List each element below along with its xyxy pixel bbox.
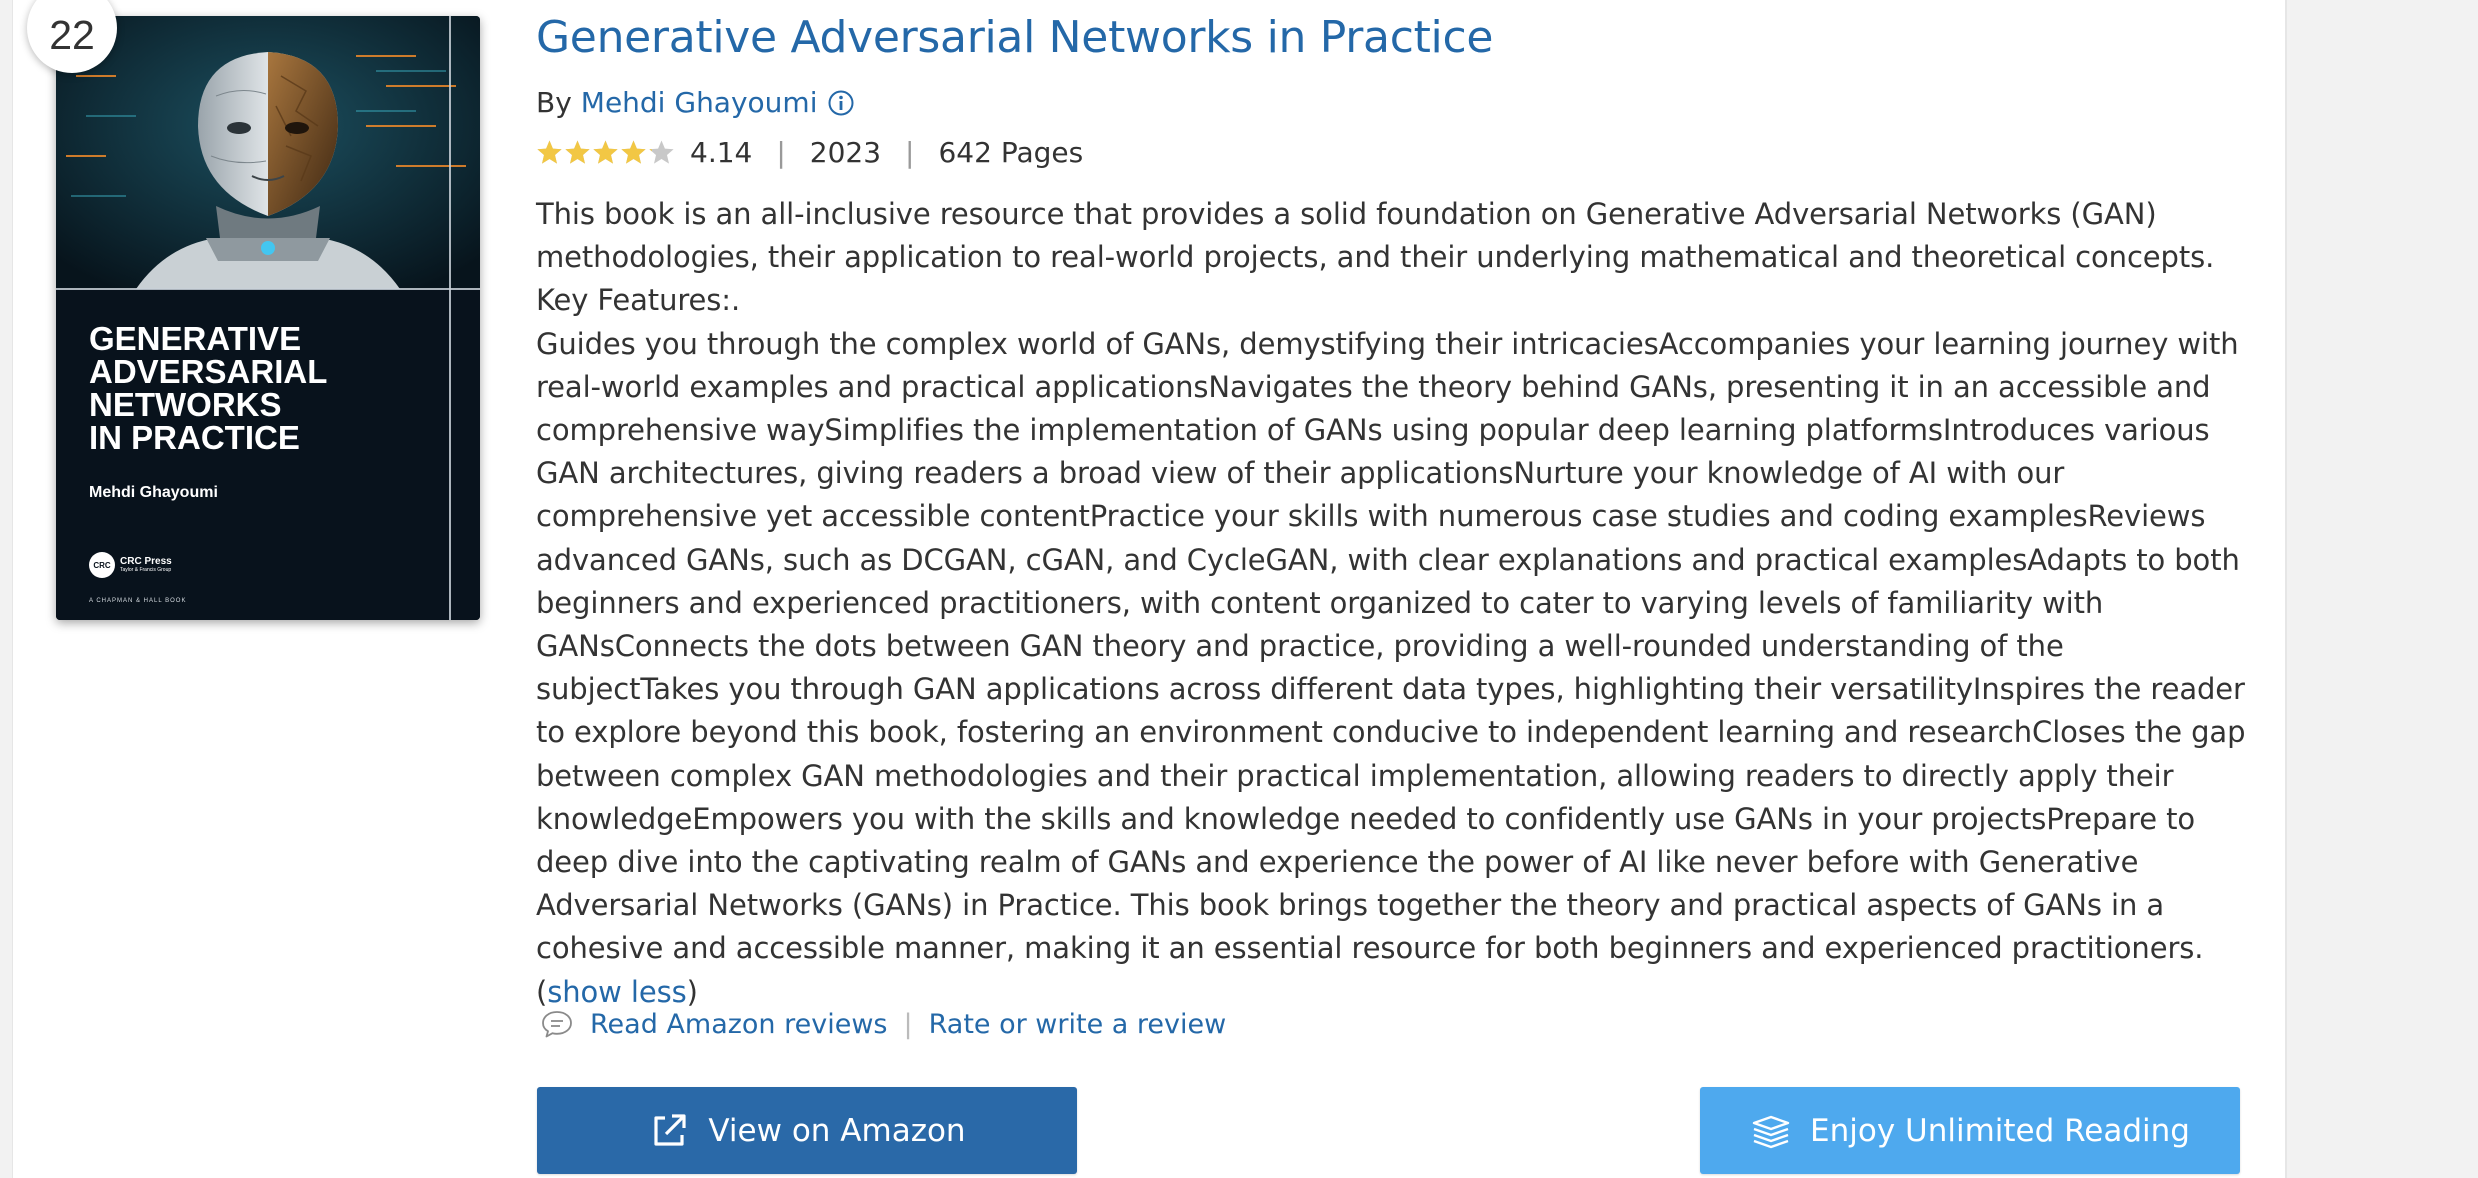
crc-logo: CRC: [89, 552, 115, 578]
cover-spine-line: [449, 16, 451, 620]
description-body-text: Guides you through the complex world of …: [536, 326, 2246, 966]
review-links: Read Amazon reviews | Rate or write a re…: [540, 1008, 1226, 1040]
view-on-amazon-button[interactable]: View on Amazon: [537, 1087, 1077, 1174]
book-description: This book is an all-inclusive resource t…: [536, 193, 2246, 1014]
meta-separator: |: [776, 136, 786, 169]
enjoy-unlimited-reading-button[interactable]: Enjoy Unlimited Reading: [1700, 1087, 2240, 1174]
book-title-link[interactable]: Generative Adversarial Networks in Pract…: [536, 12, 1493, 63]
external-link-icon: [654, 1113, 687, 1146]
review-separator: |: [903, 1008, 913, 1040]
publication-year: 2023: [809, 136, 882, 169]
meta-separator: |: [905, 136, 915, 169]
publisher-group: Taylor & Francis Group: [120, 567, 172, 573]
author-link[interactable]: Mehdi Ghayoumi: [581, 86, 818, 119]
by-label: By: [536, 86, 572, 119]
enjoy-unlimited-reading-label: Enjoy Unlimited Reading: [1810, 1112, 2190, 1149]
info-circle-icon[interactable]: [827, 89, 855, 117]
star-icon: [621, 140, 646, 164]
byline: By Mehdi Ghayoumi: [536, 86, 855, 119]
cover-author: Mehdi Ghayoumi: [89, 484, 218, 501]
read-amazon-reviews-link[interactable]: Read Amazon reviews: [590, 1009, 888, 1040]
book-cover[interactable]: Generative Adversarial Networks in Pract…: [56, 16, 480, 620]
show-less-open: (: [536, 974, 548, 1009]
cover-title: Generative Adversarial Networks in Pract…: [89, 320, 328, 456]
star-icon: [649, 140, 674, 164]
star-icon: [593, 140, 618, 164]
cover-illustration: [56, 16, 480, 289]
book-meta: 4.14 | 2023 | 642 Pages: [536, 136, 1083, 169]
view-on-amazon-label: View on Amazon: [708, 1112, 966, 1149]
book-stack-icon: [1752, 1115, 1790, 1148]
rating-value: 4.14: [690, 136, 753, 169]
page-count: 642 Pages: [938, 136, 1084, 169]
publisher-text: CRC Press Taylor & Francis Group: [120, 556, 172, 574]
show-less-close: ): [686, 974, 698, 1009]
publisher-name: CRC Press: [120, 556, 172, 567]
description-body: Guides you through the complex world of …: [536, 323, 2246, 1014]
star-rating: [536, 139, 676, 166]
star-icon: [565, 140, 590, 164]
cover-publisher: CRC CRC Press Taylor & Francis Group: [89, 552, 172, 578]
description-intro: This book is an all-inclusive resource t…: [536, 197, 2215, 318]
chat-bubble-icon: [542, 1011, 572, 1038]
rate-review-link[interactable]: Rate or write a review: [929, 1009, 1227, 1040]
cover-divider: [56, 288, 480, 290]
star-icon: [537, 140, 562, 164]
show-less-link[interactable]: show less: [547, 975, 686, 1009]
cover-imprint: A CHAPMAN & HALL BOOK: [89, 598, 187, 604]
